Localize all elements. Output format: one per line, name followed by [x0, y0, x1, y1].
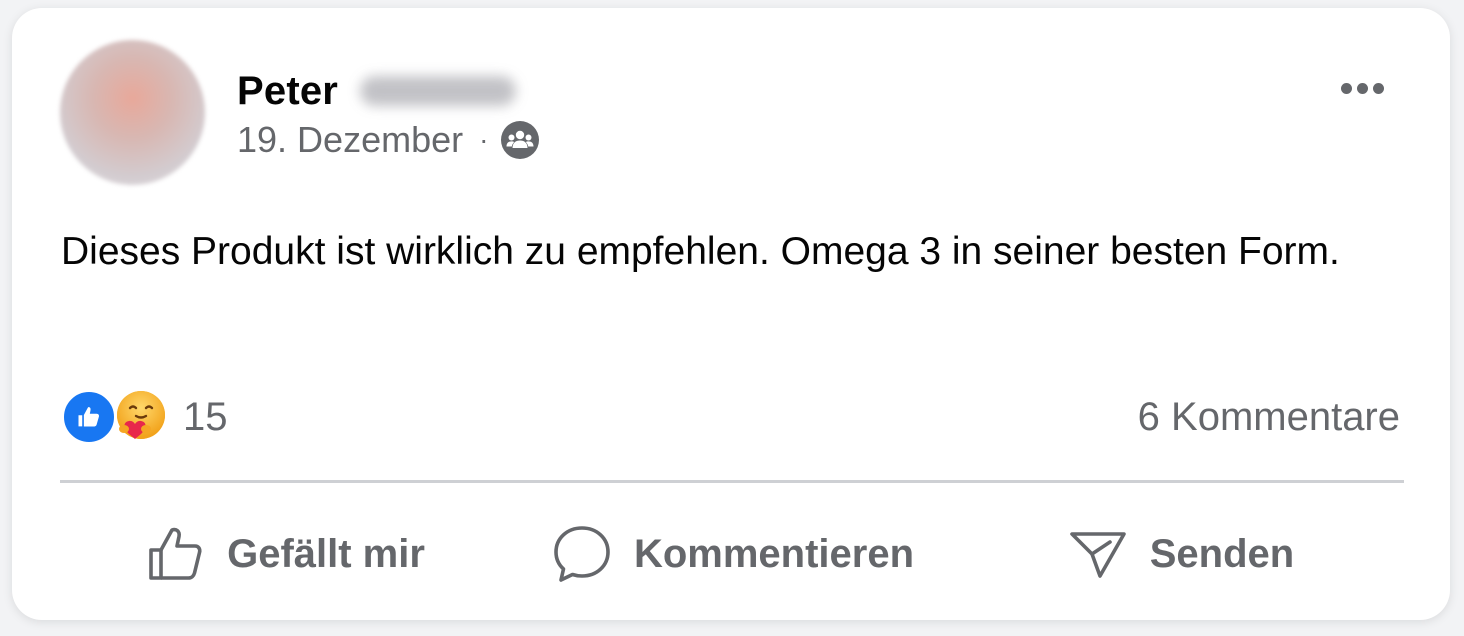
more-dot [1340, 82, 1352, 94]
reaction-count: 15 [183, 394, 228, 439]
author-first-name[interactable]: Peter [237, 69, 338, 114]
post-date[interactable]: 19. Dezember [237, 119, 463, 161]
comment-bubble-icon [554, 526, 610, 582]
more-dot [1372, 82, 1384, 94]
author-name[interactable]: Peter [237, 66, 517, 116]
action-bar: Gefällt mir Kommentieren Senden [60, 504, 1404, 604]
send-icon [1069, 532, 1126, 578]
more-dot [1356, 82, 1368, 94]
author-last-name-blurred [360, 76, 517, 106]
more-options-button[interactable] [1332, 68, 1392, 108]
avatar[interactable] [60, 40, 205, 185]
like-button[interactable]: Gefällt mir [60, 504, 508, 604]
divider [60, 480, 1404, 483]
reactions-summary[interactable]: 15 [61, 388, 228, 446]
comment-button[interactable]: Kommentieren [508, 504, 956, 604]
post-meta: 19. Dezember · [237, 118, 540, 162]
send-button[interactable]: Senden [956, 504, 1404, 604]
thumbs-up-icon [149, 527, 202, 580]
comments-count-link[interactable]: 6 Kommentare [1138, 388, 1400, 446]
post-text: Dieses Produkt ist wirklich zu empfehlen… [61, 230, 1340, 273]
send-button-label: Senden [1149, 531, 1295, 576]
like-icon [61, 389, 117, 445]
post-card: Peter 19. Dezember · Dieses Produkt ist … [12, 8, 1450, 620]
meta-separator: · [479, 124, 489, 155]
comment-button-label: Kommentieren [633, 531, 915, 576]
care-icon [113, 389, 169, 445]
like-button-label: Gefällt mir [227, 531, 425, 576]
friends-icon[interactable] [500, 120, 540, 160]
